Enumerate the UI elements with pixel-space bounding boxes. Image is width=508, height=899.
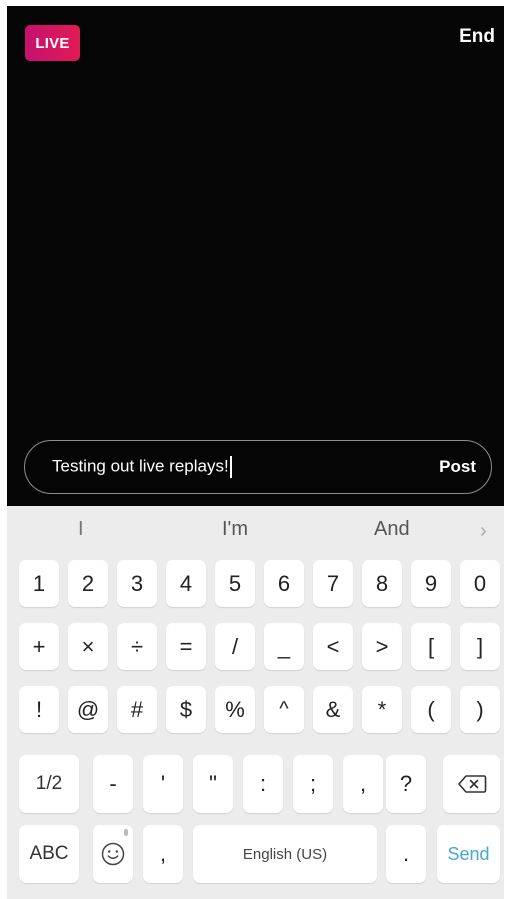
suggestion-3[interactable]: And [374, 518, 410, 541]
key-divide[interactable]: ÷ [117, 623, 157, 670]
key-percent[interactable]: % [215, 686, 255, 733]
key-1[interactable]: 1 [19, 560, 59, 607]
key-9[interactable]: 9 [411, 560, 451, 607]
key-right-paren[interactable]: ) [460, 686, 500, 733]
comma-key[interactable]: , [143, 825, 183, 883]
key-7[interactable]: 7 [313, 560, 353, 607]
suggestion-2[interactable]: I'm [222, 518, 248, 541]
key-right-bracket[interactable]: ] [460, 623, 500, 670]
key-left-paren[interactable]: ( [411, 686, 451, 733]
key-less-than[interactable]: < [313, 623, 353, 670]
mic-hint-icon [124, 829, 128, 836]
abc-key[interactable]: ABC [19, 825, 79, 883]
key-plus[interactable]: + [19, 623, 59, 670]
key-caret[interactable]: ^ [264, 686, 304, 733]
key-left-bracket[interactable]: [ [411, 623, 451, 670]
key-6[interactable]: 6 [264, 560, 304, 607]
comment-input[interactable]: Testing out live replays! Post [24, 440, 492, 494]
key-colon[interactable]: : [243, 755, 283, 813]
emoji-icon [101, 842, 125, 866]
key-slash[interactable]: / [215, 623, 255, 670]
key-multiply[interactable]: × [68, 623, 108, 670]
key-apostrophe[interactable]: ' [143, 755, 183, 813]
send-key[interactable]: Send [437, 825, 500, 883]
post-button[interactable]: Post [439, 457, 476, 477]
period-key[interactable]: . [386, 825, 426, 883]
live-badge: LIVE [25, 25, 80, 61]
key-ampersand[interactable]: & [313, 686, 353, 733]
key-hyphen[interactable]: - [93, 755, 133, 813]
key-comma-symbol[interactable]: , [343, 755, 383, 813]
space-key[interactable]: English (US) [193, 825, 377, 883]
key-asterisk[interactable]: * [362, 686, 402, 733]
comment-value: Testing out live replays! [52, 456, 229, 476]
key-greater-than[interactable]: > [362, 623, 402, 670]
key-hash[interactable]: # [117, 686, 157, 733]
key-semicolon[interactable]: ; [293, 755, 333, 813]
live-video-area: LIVE End Testing out live replays! Post [7, 6, 504, 506]
key-4[interactable]: 4 [166, 560, 206, 607]
text-cursor [229, 456, 232, 478]
backspace-key[interactable] [443, 755, 500, 813]
emoji-key[interactable] [93, 825, 133, 883]
key-3[interactable]: 3 [117, 560, 157, 607]
key-question[interactable]: ? [386, 755, 426, 813]
key-quote[interactable]: " [193, 755, 233, 813]
key-dollar[interactable]: $ [166, 686, 206, 733]
end-button[interactable]: End [459, 26, 495, 48]
key-2[interactable]: 2 [68, 560, 108, 607]
suggestion-bar: I I'm And › [7, 506, 504, 552]
key-5[interactable]: 5 [215, 560, 255, 607]
key-exclamation[interactable]: ! [19, 686, 59, 733]
comment-input-text: Testing out live replays! [52, 456, 439, 478]
soft-keyboard: I I'm And › 1 2 3 4 5 6 7 8 9 0 + × ÷ = … [7, 506, 504, 899]
key-8[interactable]: 8 [362, 560, 402, 607]
key-at[interactable]: @ [68, 686, 108, 733]
key-underscore[interactable]: _ [264, 623, 304, 670]
key-equals[interactable]: = [166, 623, 206, 670]
chevron-right-icon[interactable]: › [480, 520, 487, 543]
symbol-page-toggle[interactable]: 1/2 [19, 755, 79, 813]
backspace-icon [457, 775, 486, 793]
key-0[interactable]: 0 [460, 560, 500, 607]
suggestion-1[interactable]: I [78, 518, 84, 541]
